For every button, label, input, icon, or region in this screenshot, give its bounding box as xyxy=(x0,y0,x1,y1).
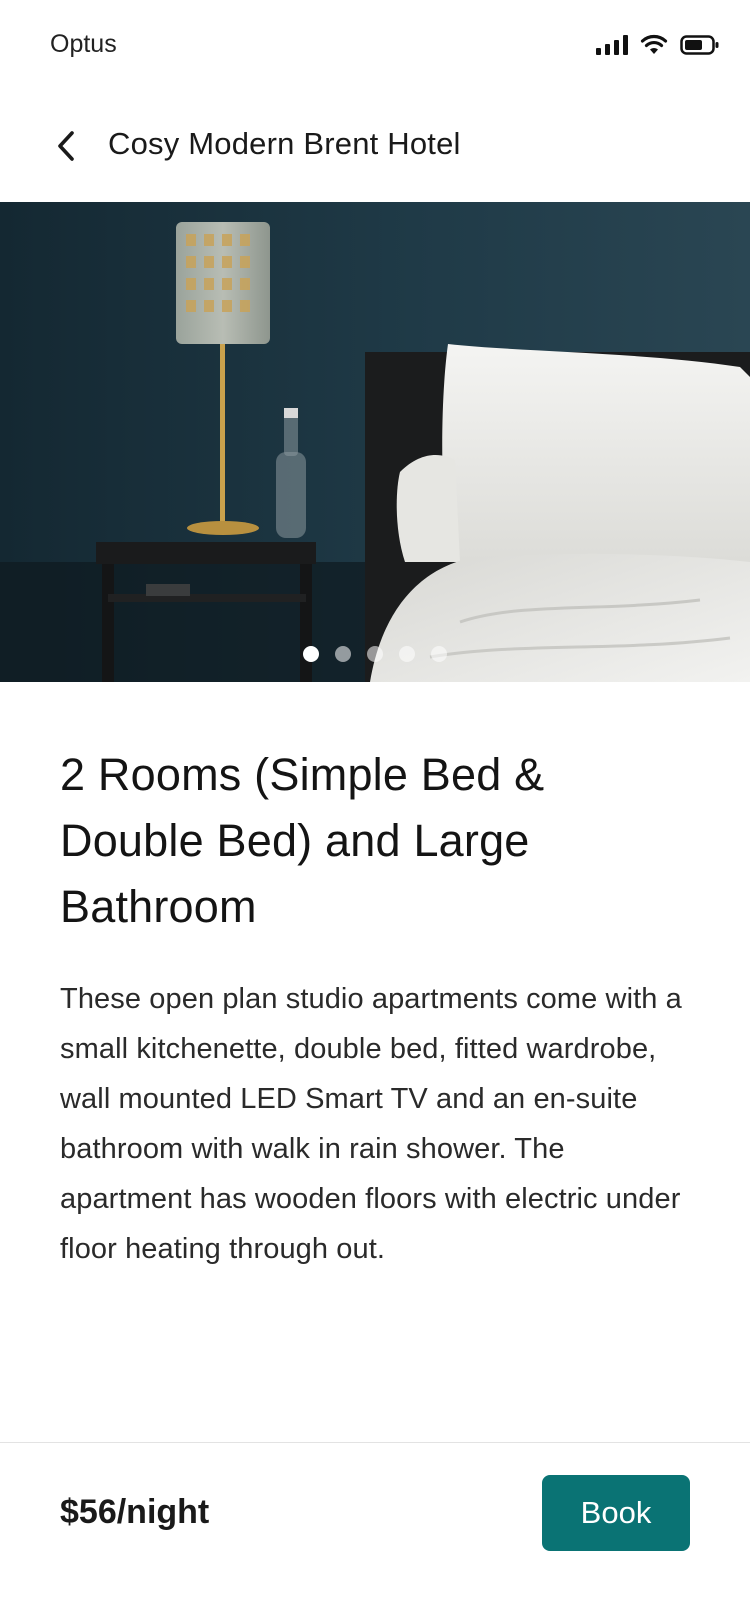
status-icons xyxy=(596,34,720,56)
carousel-dot-4[interactable] xyxy=(399,646,415,662)
book-button[interactable]: Book xyxy=(542,1475,690,1551)
carrier-name: Optus xyxy=(50,30,117,58)
page-title: Cosy Modern Brent Hotel xyxy=(108,126,461,161)
carousel-dot-3[interactable] xyxy=(367,646,383,662)
hotel-bedroom-photo xyxy=(0,202,750,682)
price-per-night: $56/night xyxy=(60,1493,210,1531)
signal-icon xyxy=(596,35,628,55)
carousel-dot-2[interactable] xyxy=(335,646,351,662)
chevron-left-icon xyxy=(58,131,74,161)
image-carousel[interactable] xyxy=(0,202,750,682)
room-details: 2 Rooms (Simple Bed & Double Bed) and La… xyxy=(60,742,700,1274)
booking-footer: $56/night Book xyxy=(0,1442,750,1624)
back-button[interactable] xyxy=(46,126,86,166)
carousel-dot-5[interactable] xyxy=(431,646,447,662)
battery-icon xyxy=(680,35,719,55)
room-title: 2 Rooms (Simple Bed & Double Bed) and La… xyxy=(60,749,545,932)
carousel-pagination xyxy=(0,646,750,662)
app-header: Cosy Modern Brent Hotel xyxy=(0,100,750,200)
carousel-dot-1[interactable] xyxy=(303,646,319,662)
wifi-icon xyxy=(640,34,668,54)
room-description: These open plan studio apartments come w… xyxy=(60,983,682,1265)
status-bar: Optus xyxy=(0,0,750,92)
